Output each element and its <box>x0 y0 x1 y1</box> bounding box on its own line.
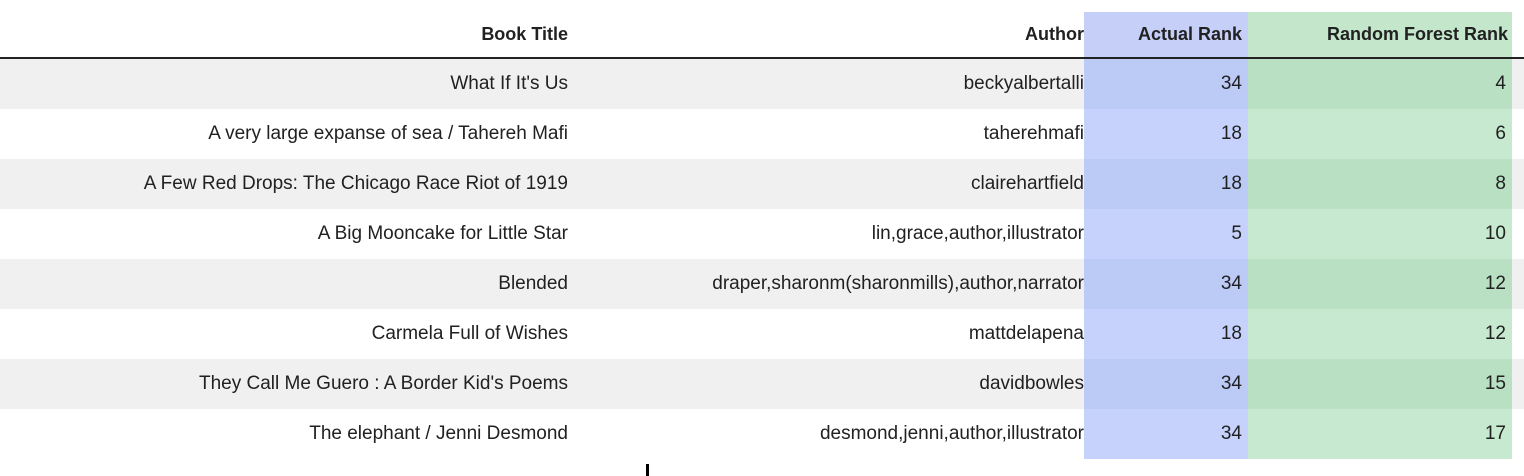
actual-rank-cell: 5 <box>1084 209 1248 259</box>
actual-rank-cell: 18 <box>1084 309 1248 359</box>
author-cell: desmond,jenni,author,illustrator <box>819 423 1084 444</box>
table-row: Carmela Full of Wishes mattdelapena 18 1… <box>0 309 1524 359</box>
author-cell: davidbowles <box>979 373 1084 394</box>
random-forest-rank-cell: 4 <box>1248 59 1512 109</box>
book-title-cell: Blended <box>498 273 568 294</box>
random-forest-rank-cell: 8 <box>1248 159 1512 209</box>
table-row: They Call Me Guero : A Border Kid's Poem… <box>0 359 1524 409</box>
actual-rank-cell: 34 <box>1084 259 1248 309</box>
author-cell: draper,sharonm(sharonmills),author,narra… <box>712 273 1084 294</box>
scroll-marker <box>646 464 649 476</box>
actual-rank-cell: 34 <box>1084 59 1248 109</box>
random-forest-rank-cell: 12 <box>1248 309 1512 359</box>
random-forest-rank-cell: 10 <box>1248 209 1512 259</box>
actual-rank-cell: 18 <box>1084 109 1248 159</box>
table-row: Blended draper,sharonm(sharonmills),auth… <box>0 259 1524 309</box>
table-row: The elephant / Jenni Desmond desmond,jen… <box>0 409 1524 459</box>
table-header-row: Book Title Author Actual Rank Random For… <box>0 12 1524 59</box>
author-cell: beckyalbertalli <box>963 73 1084 94</box>
header-actual-rank[interactable]: Actual Rank <box>1084 12 1248 57</box>
author-cell: mattdelapena <box>968 323 1084 344</box>
book-title-cell: The elephant / Jenni Desmond <box>309 423 568 444</box>
header-book-title[interactable]: Book Title <box>0 12 568 57</box>
actual-rank-cell: 18 <box>1084 159 1248 209</box>
actual-rank-cell: 34 <box>1084 359 1248 409</box>
rank-comparison-table: Book Title Author Actual Rank Random For… <box>0 12 1524 459</box>
author-cell: clairehartfield <box>971 173 1084 194</box>
book-title-cell: A Few Red Drops: The Chicago Race Riot o… <box>143 173 568 194</box>
random-forest-rank-cell: 15 <box>1248 359 1512 409</box>
header-random-forest-rank[interactable]: Random Forest Rank <box>1248 12 1512 57</box>
author-cell: lin,grace,author,illustrator <box>871 223 1084 244</box>
book-title-cell: A Big Mooncake for Little Star <box>317 223 568 244</box>
header-author[interactable]: Author <box>568 12 1084 57</box>
table-row: A Few Red Drops: The Chicago Race Riot o… <box>0 159 1524 209</box>
book-title-cell: A very large expanse of sea / Tahereh Ma… <box>208 123 568 144</box>
book-title-cell: What If It's Us <box>450 73 568 94</box>
table-row: A very large expanse of sea / Tahereh Ma… <box>0 109 1524 159</box>
table-row: What If It's Us beckyalbertalli 34 4 <box>0 59 1524 109</box>
author-cell: taherehmafi <box>983 123 1084 144</box>
table-row: A Big Mooncake for Little Star lin,grace… <box>0 209 1524 259</box>
random-forest-rank-cell: 17 <box>1248 409 1512 459</box>
random-forest-rank-cell: 12 <box>1248 259 1512 309</box>
book-title-cell: They Call Me Guero : A Border Kid's Poem… <box>198 373 568 394</box>
actual-rank-cell: 34 <box>1084 409 1248 459</box>
book-title-cell: Carmela Full of Wishes <box>371 323 568 344</box>
random-forest-rank-cell: 6 <box>1248 109 1512 159</box>
